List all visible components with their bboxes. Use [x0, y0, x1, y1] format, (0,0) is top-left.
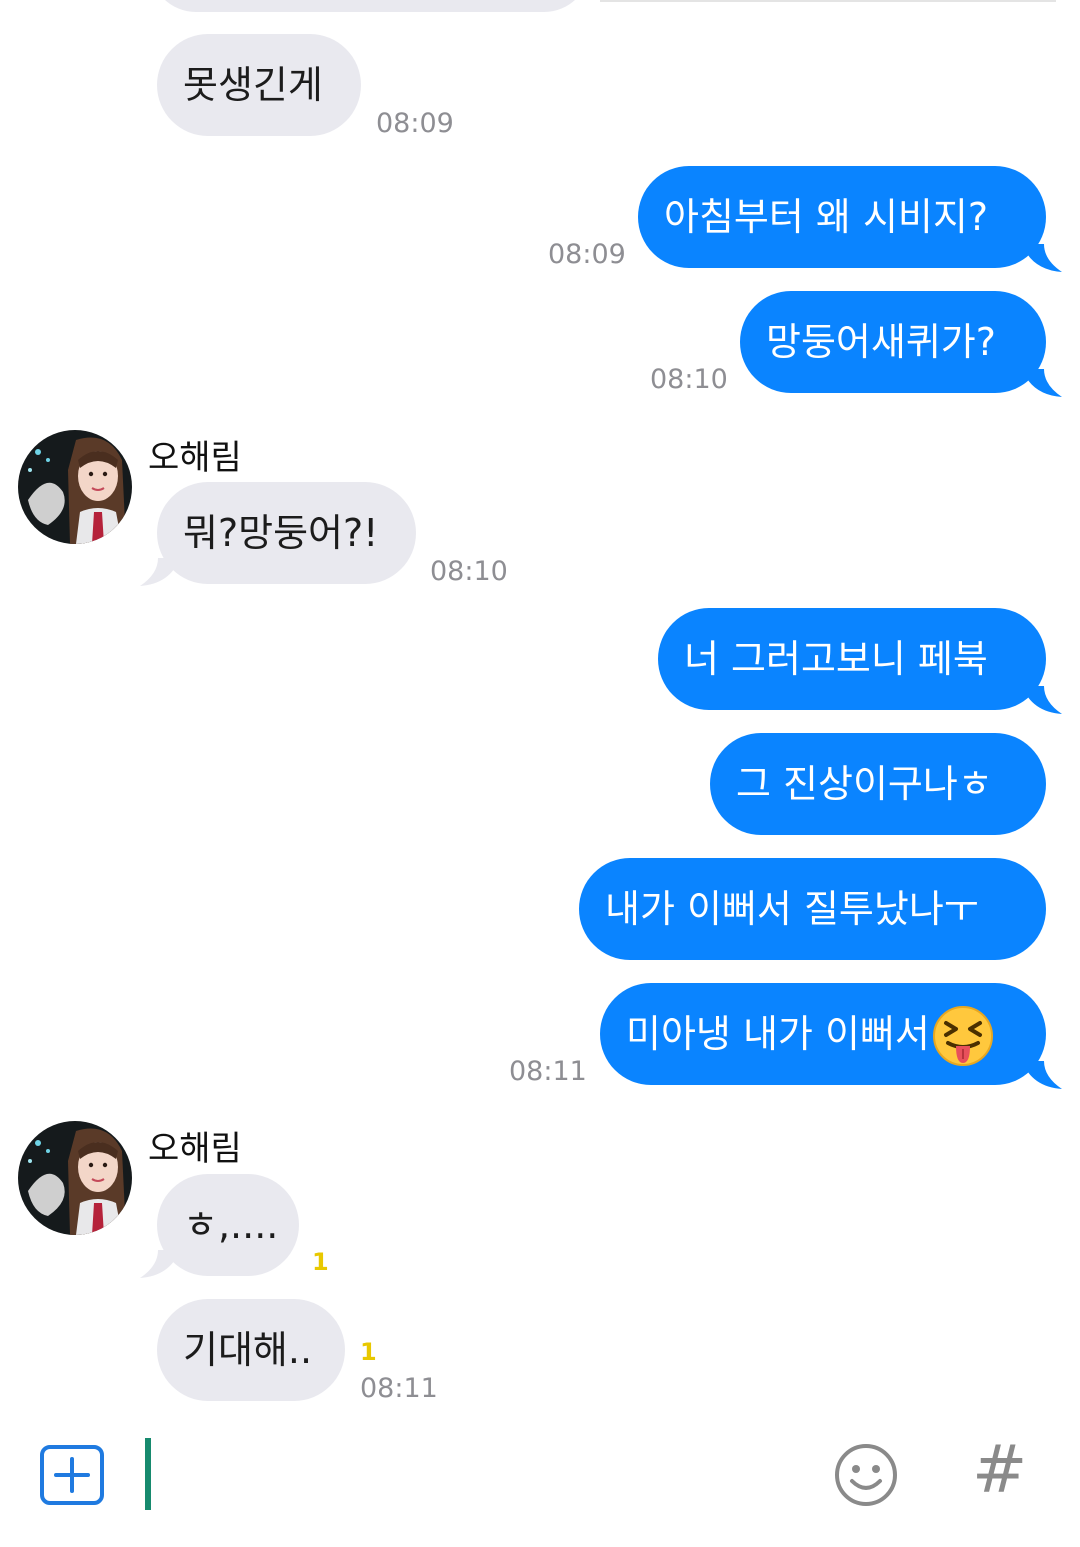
message-bubble-outgoing[interactable]: 미아냉 내가 이뻐서 [600, 983, 1046, 1085]
message-bubble-incoming[interactable]: 못생긴게 [157, 34, 361, 136]
sender-name: 오해림 [148, 438, 242, 478]
hashtag-button[interactable]: # [972, 1435, 1028, 1505]
message-input-bar: # [0, 1425, 1080, 1547]
message-bubble-incoming[interactable]: 기대해.. [157, 1299, 345, 1401]
message-text: 내가 이뻐서 질투났나ㅜ [605, 887, 979, 931]
message-text: 아침부터 왜 시비지? [664, 195, 989, 239]
message-timestamp: 08:09 [548, 239, 626, 270]
message-bubble-outgoing[interactable]: 아침부터 왜 시비지? [638, 166, 1046, 268]
bubble-tail [1022, 244, 1062, 274]
message-text: 너 그러고보니 페북 [684, 637, 988, 681]
bubble-tail [1022, 1061, 1062, 1091]
message-text: 그 진상이구나ㅎ [736, 762, 993, 806]
message-text: 못생긴게 [183, 63, 323, 107]
message-timestamp: 08:10 [430, 556, 508, 587]
message-bubble-outgoing[interactable]: 그 진상이구나ㅎ [710, 733, 1046, 835]
message-bubble-outgoing[interactable]: 내가 이뻐서 질투났나ㅜ [579, 858, 1046, 960]
message-text: 망둥어새퀴가? [766, 320, 996, 364]
chat-scroll-area[interactable]: 못생긴게 08:09 아침부터 왜 시비지? 08:09 망둥어새퀴가? 08:… [0, 0, 1080, 1425]
divider [600, 0, 1056, 2]
message-input[interactable] [160, 1439, 804, 1513]
text-caret [145, 1438, 151, 1510]
message-timestamp: 08:11 [509, 1056, 587, 1087]
plus-square-icon [44, 1449, 100, 1501]
unread-count-badge: 1 [360, 1338, 377, 1366]
sender-name: 오해림 [148, 1129, 242, 1169]
message-text: ㅎ,.... [183, 1203, 279, 1247]
message-text: 미아냉 내가 이뻐서 [626, 1012, 930, 1056]
message-timestamp: 08:10 [650, 364, 728, 395]
bubble-tail [1022, 369, 1062, 399]
partial-incoming-bubble [150, 0, 590, 12]
message-text: 기대해.. [183, 1328, 313, 1372]
squinting-face-with-tongue-icon [932, 1003, 994, 1066]
message-timestamp: 08:11 [360, 1373, 438, 1404]
bubble-tail [1022, 686, 1062, 716]
emoji-button[interactable] [834, 1443, 898, 1507]
message-bubble-incoming[interactable]: ㅎ,.... [157, 1174, 299, 1276]
contact-avatar[interactable] [18, 430, 132, 544]
attach-button[interactable] [40, 1445, 104, 1505]
unread-count-badge: 1 [312, 1248, 329, 1276]
message-bubble-outgoing[interactable]: 망둥어새퀴가? [740, 291, 1046, 393]
message-text: 뭐?망둥어?! [183, 511, 379, 555]
smiley-icon [834, 1444, 898, 1511]
contact-avatar[interactable] [18, 1121, 132, 1235]
message-bubble-incoming[interactable]: 뭐?망둥어?! [157, 482, 416, 584]
message-bubble-outgoing[interactable]: 너 그러고보니 페북 [658, 608, 1046, 710]
message-timestamp: 08:09 [376, 108, 454, 139]
